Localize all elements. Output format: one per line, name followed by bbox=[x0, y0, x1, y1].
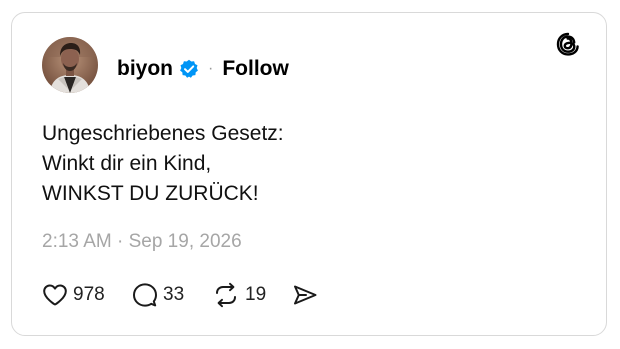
follow-button[interactable]: Follow bbox=[222, 57, 289, 81]
verified-badge-icon bbox=[180, 59, 198, 78]
avatar[interactable] bbox=[42, 37, 98, 93]
action-bar: 978 33 19 bbox=[42, 281, 318, 309]
header-separator: · bbox=[208, 60, 214, 77]
send-icon bbox=[294, 285, 317, 305]
threads-logo-icon[interactable] bbox=[555, 31, 581, 57]
comment-bubble-icon bbox=[133, 283, 157, 307]
post-text-line: Winkt dir ein Kind, bbox=[42, 152, 212, 175]
post-text: Ungeschriebenes Gesetz: Winkt dir ein Ki… bbox=[42, 119, 562, 209]
share-button[interactable] bbox=[292, 283, 318, 307]
post-header: biyon · Follow bbox=[117, 55, 289, 83]
comment-count: 33 bbox=[163, 284, 185, 305]
post-text-line: Ungeschriebenes Gesetz: bbox=[42, 122, 284, 145]
post-text-line: WINKST DU ZURÜCK! bbox=[42, 182, 259, 205]
repost-icon bbox=[216, 282, 236, 308]
repost-button[interactable]: 19 bbox=[212, 282, 292, 308]
like-count: 978 bbox=[73, 284, 105, 305]
avatar-photo bbox=[42, 37, 98, 93]
heart-icon bbox=[43, 284, 67, 306]
like-button[interactable]: 978 bbox=[42, 283, 132, 307]
repost-count: 19 bbox=[245, 284, 267, 305]
username[interactable]: biyon bbox=[117, 57, 173, 81]
post-timestamp[interactable]: 2:13 AM · Sep 19, 2026 bbox=[42, 231, 242, 253]
comment-button[interactable]: 33 bbox=[132, 282, 212, 308]
